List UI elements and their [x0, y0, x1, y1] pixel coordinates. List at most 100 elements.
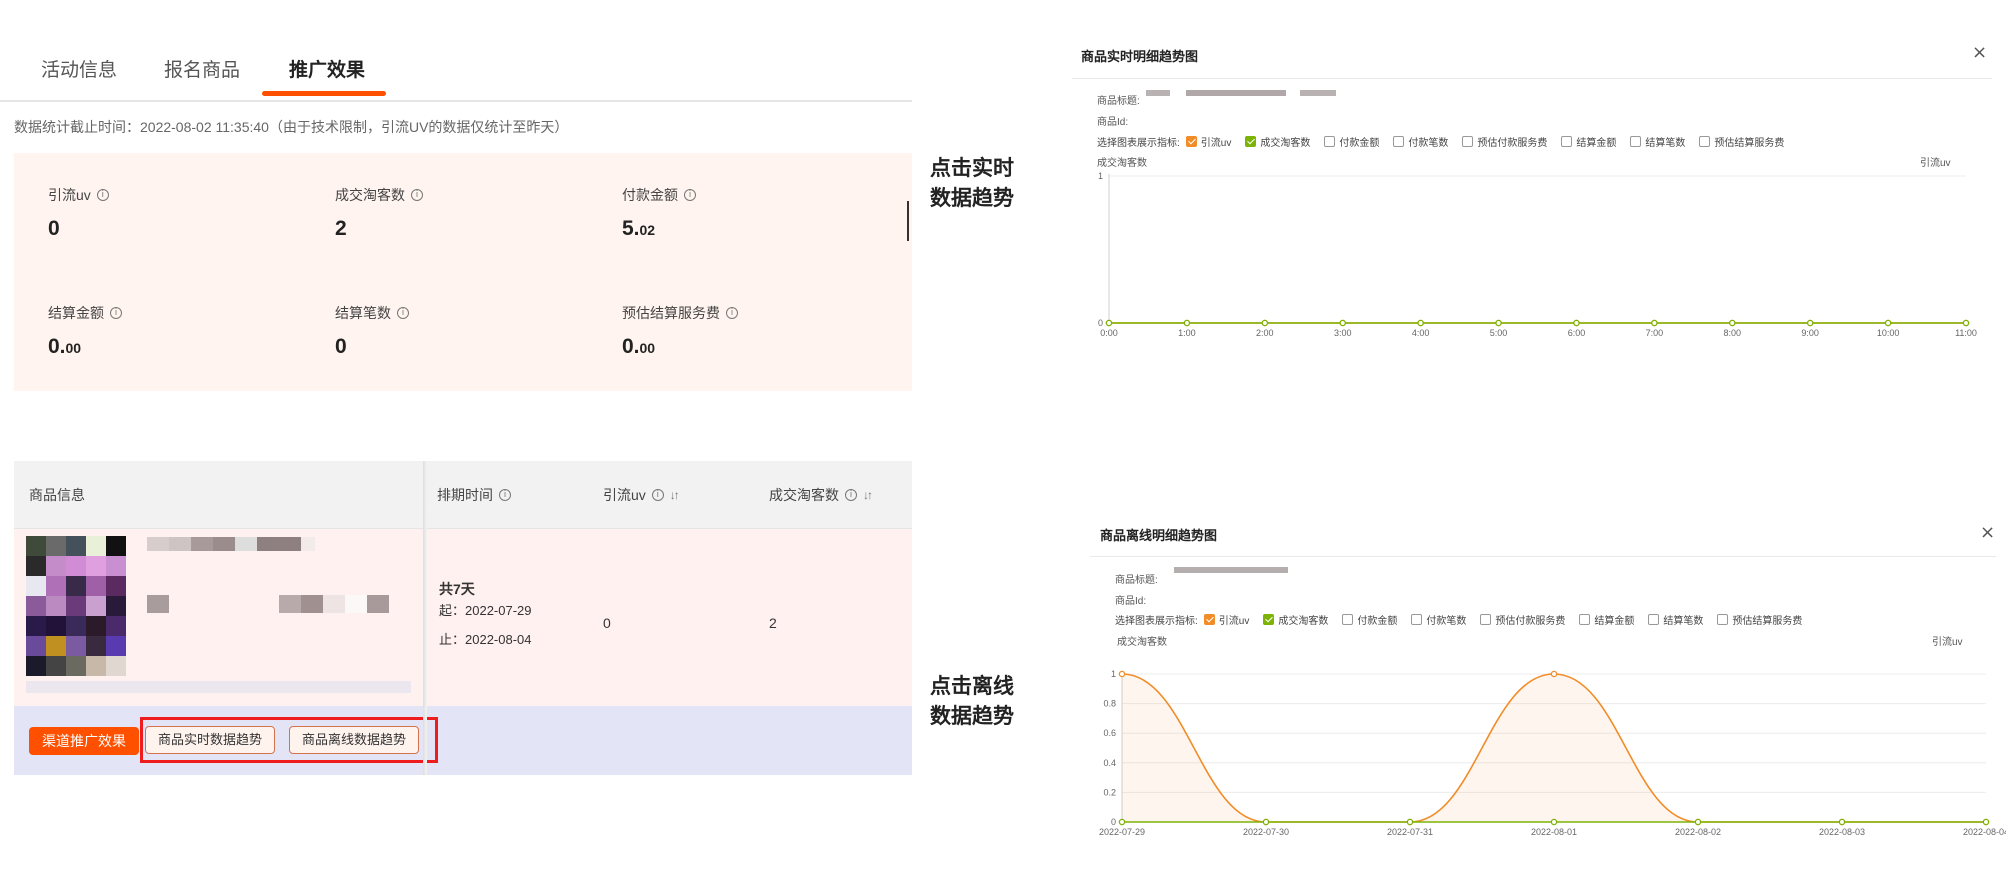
- redacted-strip: [26, 681, 411, 693]
- info-icon[interactable]: i: [684, 189, 696, 201]
- y-tick-label: 0: [1111, 817, 1116, 827]
- x-tick-label: 0:00: [1100, 328, 1118, 338]
- option-buyers[interactable]: 成交淘客数: [1263, 612, 1328, 627]
- x-tick-label: 2022-08-04: [1963, 827, 2006, 837]
- tab-promotion-effect[interactable]: 推广效果: [289, 55, 365, 82]
- x-tick-label: 2022-08-02: [1675, 827, 1721, 837]
- option-settlement-amount[interactable]: 结算金额: [1579, 612, 1634, 627]
- table-row: 共7天 起：2022-07-29 止：2022-08-04 0 2: [14, 529, 912, 706]
- x-tick-label: 8:00: [1724, 328, 1742, 338]
- option-uv[interactable]: 引流uv: [1203, 612, 1249, 627]
- metric-label: 结算笔数: [335, 305, 391, 321]
- info-icon[interactable]: i: [651, 489, 664, 501]
- cell-uv: 0: [603, 615, 611, 631]
- redacted-title: [257, 537, 301, 551]
- checkbox-icon[interactable]: [1699, 136, 1711, 147]
- metric-settlement-amount: 结算金额 i 0.00: [48, 303, 308, 359]
- checkbox-icon[interactable]: [1342, 614, 1354, 625]
- checkbox-icon[interactable]: [1185, 136, 1197, 147]
- offline-trend-button[interactable]: 商品离线数据趋势: [289, 726, 420, 754]
- close-icon[interactable]: ×: [1972, 42, 1987, 63]
- option-est-settlement-fee[interactable]: 预估结算服务费: [1717, 612, 1802, 627]
- checkbox-icon[interactable]: [1411, 614, 1423, 625]
- option-buyers[interactable]: 成交淘客数: [1245, 134, 1310, 149]
- realtime-trend-button[interactable]: 商品实时数据趋势: [145, 726, 276, 754]
- offline-line-chart: 0 0.2 0.4 0.6 0.8 1 2022-07-29 2022-07-30 2022-0…: [1099, 669, 2006, 837]
- close-icon[interactable]: ×: [1980, 522, 1995, 543]
- checkbox-icon[interactable]: [1480, 614, 1492, 625]
- option-est-payment-fee[interactable]: 预估付款服务费: [1480, 612, 1565, 627]
- info-icon[interactable]: i: [845, 489, 857, 501]
- option-uv[interactable]: 引流uv: [1185, 134, 1231, 149]
- data-point: [1573, 319, 1580, 327]
- schedule-total: 共7天: [439, 581, 475, 597]
- checkbox-icon[interactable]: [1561, 136, 1573, 147]
- series-area: [1122, 674, 1986, 822]
- data-point: [1262, 818, 1270, 826]
- x-tick-label: 3:00: [1334, 328, 1352, 338]
- left-axis-name: 成交淘客数: [1097, 158, 1147, 169]
- realtime-line-chart: 010:00 1:00 2:00 3:00 4:00 5:00 6:00 7:00 8:00 9:…: [1098, 171, 1977, 338]
- info-icon[interactable]: i: [96, 189, 109, 201]
- overflow-edge: [907, 201, 911, 241]
- redacted-title: [169, 537, 191, 551]
- header-uv[interactable]: 引流uv i ↓↑: [603, 485, 680, 505]
- sort-icon[interactable]: ↓↑: [863, 488, 873, 502]
- metric-label: 结算金额: [48, 305, 104, 321]
- divider: [1072, 78, 1992, 79]
- option-est-payment-fee[interactable]: 预估付款服务费: [1462, 134, 1547, 149]
- checkbox-icon[interactable]: [1717, 614, 1729, 625]
- data-point: [1550, 818, 1558, 826]
- option-settlement-count[interactable]: 结算笔数: [1648, 612, 1703, 627]
- checkbox-icon[interactable]: [1648, 614, 1660, 625]
- checkbox-icon[interactable]: [1263, 614, 1275, 625]
- tab-registered-products[interactable]: 报名商品: [164, 55, 240, 82]
- channel-promotion-button[interactable]: 渠道推广效果: [29, 727, 139, 755]
- table-header: 商品信息 排期时间 i 引流uv i ↓↑ 成交淘客数 i ↓↑: [14, 461, 912, 529]
- field-product-title: 商品标题:: [1097, 96, 1140, 107]
- header-buyers[interactable]: 成交淘客数 i ↓↑: [769, 485, 873, 505]
- option-settlement-amount[interactable]: 结算金额: [1561, 134, 1616, 149]
- option-payment-amount[interactable]: 付款金额: [1342, 612, 1397, 627]
- info-icon[interactable]: i: [110, 307, 122, 319]
- data-point: [1417, 319, 1424, 327]
- data-point: [1962, 319, 1970, 327]
- info-icon[interactable]: i: [411, 189, 423, 201]
- redacted-sku: [147, 595, 169, 613]
- checkbox-icon[interactable]: [1393, 136, 1405, 147]
- checkbox-icon[interactable]: [1462, 136, 1474, 147]
- sort-icon[interactable]: ↓↑: [670, 488, 680, 502]
- data-point: [1838, 818, 1846, 826]
- annotation-offline: 点击离线 数据趋势: [930, 675, 1014, 728]
- tab-activity-info[interactable]: 活动信息: [41, 55, 117, 82]
- info-icon[interactable]: i: [726, 307, 738, 319]
- checkbox-icon[interactable]: [1245, 136, 1257, 147]
- redacted-sku: [345, 595, 367, 613]
- x-tick-label: 2022-08-03: [1819, 827, 1865, 837]
- realtime-trend-dialog: 商品实时明细趋势图 × 商品标题: 商品Id: 选择图表展示指标: 引流uv 成…: [1068, 30, 2006, 410]
- active-tab-indicator: [262, 91, 386, 96]
- data-point: [1982, 818, 1990, 826]
- option-payment-amount[interactable]: 付款金额: [1324, 134, 1379, 149]
- option-est-settlement-fee[interactable]: 预估结算服务费: [1699, 134, 1784, 149]
- info-icon[interactable]: i: [397, 307, 409, 319]
- stats-cutoff-note: 数据统计截止时间：2022-08-02 11:35:40（由于技术限制，引流UV…: [14, 119, 569, 135]
- checkbox-icon[interactable]: [1630, 136, 1642, 147]
- data-point: [1118, 670, 1126, 678]
- data-point: [1550, 670, 1558, 678]
- option-payment-count[interactable]: 付款笔数: [1411, 612, 1466, 627]
- data-point: [1651, 319, 1658, 327]
- option-payment-count[interactable]: 付款笔数: [1393, 134, 1448, 149]
- option-settlement-count[interactable]: 结算笔数: [1630, 134, 1685, 149]
- product-image[interactable]: [26, 536, 126, 686]
- checkbox-icon[interactable]: [1203, 614, 1215, 625]
- data-point: [1406, 818, 1414, 826]
- info-icon[interactable]: i: [499, 489, 511, 501]
- left-axis-name: 成交淘客数: [1117, 637, 1167, 648]
- x-tick-label: 6:00: [1568, 328, 1586, 338]
- metric-label: 成交淘客数: [335, 187, 405, 203]
- x-tick-label: 2022-07-29: [1099, 827, 1145, 837]
- x-tick-label: 2022-07-30: [1243, 827, 1289, 837]
- checkbox-icon[interactable]: [1324, 136, 1336, 147]
- checkbox-icon[interactable]: [1579, 614, 1591, 625]
